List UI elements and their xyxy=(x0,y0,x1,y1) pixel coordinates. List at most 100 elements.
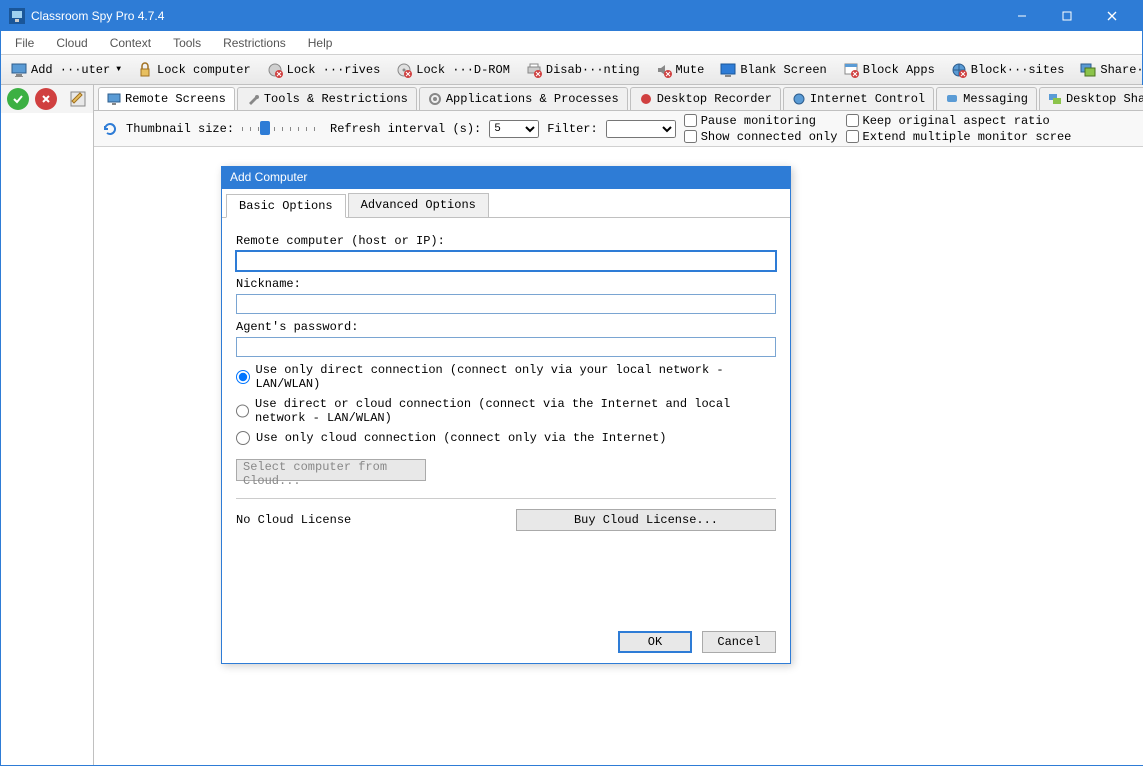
radio-direct[interactable]: Use only direct connection (connect only… xyxy=(236,363,776,391)
deselect-all-button[interactable] xyxy=(35,88,57,110)
tab-label: Internet Control xyxy=(810,92,925,106)
close-button[interactable] xyxy=(1089,1,1134,31)
options-bar: Thumbnail size: Refresh interval (s): 5 … xyxy=(94,111,1143,147)
menu-file[interactable]: File xyxy=(5,33,44,53)
tab-label: Desktop Recorder xyxy=(657,92,772,106)
block-apps-icon xyxy=(843,62,859,78)
dialog-title: Add Computer xyxy=(222,167,790,189)
refresh-icon[interactable] xyxy=(102,121,118,137)
monitor-icon xyxy=(107,92,121,106)
show-connected-checkbox[interactable]: Show connected only xyxy=(684,130,838,144)
left-toolbar xyxy=(1,85,93,113)
globe-block-icon xyxy=(951,62,967,78)
host-input[interactable] xyxy=(236,251,776,271)
lock-computer-label: Lock computer xyxy=(157,63,251,77)
dialog-tab-advanced[interactable]: Advanced Options xyxy=(348,193,489,217)
lock-drives-button[interactable]: Lock ···rives xyxy=(261,60,387,80)
gear-icon xyxy=(428,92,442,106)
password-input[interactable] xyxy=(236,337,776,357)
share-desktop-icon xyxy=(1080,62,1096,78)
divider xyxy=(236,498,776,499)
share-desktop-label: Share···sktop xyxy=(1100,63,1143,77)
no-license-label: No Cloud License xyxy=(236,513,351,527)
menu-help[interactable]: Help xyxy=(298,33,343,53)
tab-strip: Remote Screens Tools & Restrictions Appl… xyxy=(94,85,1143,111)
nickname-label: Nickname: xyxy=(236,277,776,291)
refresh-interval-select[interactable]: 5 xyxy=(489,120,539,138)
tab-messaging[interactable]: Messaging xyxy=(936,87,1037,110)
select-all-button[interactable] xyxy=(7,88,29,110)
select-cloud-button: Select computer from Cloud... xyxy=(236,459,426,481)
window-title: Classroom Spy Pro 4.7.4 xyxy=(31,9,999,23)
thumbnail-size-label: Thumbnail size: xyxy=(126,122,234,136)
extend-monitor-checkbox[interactable]: Extend multiple monitor scree xyxy=(846,130,1072,144)
tab-label: Desktop Shari xyxy=(1066,92,1143,106)
add-computer-dialog: Add Computer Basic Options Advanced Opti… xyxy=(221,166,791,664)
tab-desktop-sharing[interactable]: Desktop Shari xyxy=(1039,87,1143,110)
main-toolbar: Add ···uter ▼ Lock computer Lock ···rive… xyxy=(1,55,1142,85)
menu-restrictions[interactable]: Restrictions xyxy=(213,33,296,53)
nickname-input[interactable] xyxy=(236,294,776,314)
tab-apps-processes[interactable]: Applications & Processes xyxy=(419,87,628,110)
filter-select[interactable] xyxy=(606,120,676,138)
tab-desktop-recorder[interactable]: Desktop Recorder xyxy=(630,87,781,110)
menu-context[interactable]: Context xyxy=(100,33,161,53)
menu-cloud[interactable]: Cloud xyxy=(46,33,97,53)
lock-icon xyxy=(137,62,153,78)
radio-cloud[interactable]: Use only cloud connection (connect only … xyxy=(236,431,776,445)
computer-tree[interactable] xyxy=(1,113,93,765)
keep-ratio-checkbox[interactable]: Keep original aspect ratio xyxy=(846,114,1072,128)
share-desktop-button[interactable]: Share···sktop xyxy=(1074,60,1143,80)
host-label: Remote computer (host or IP): xyxy=(236,234,776,248)
add-computer-label: Add ···uter xyxy=(31,63,110,77)
ok-button[interactable]: OK xyxy=(618,631,692,653)
lock-computer-button[interactable]: Lock computer xyxy=(131,60,257,80)
menubar: File Cloud Context Tools Restrictions He… xyxy=(1,31,1142,55)
filter-label: Filter: xyxy=(547,122,597,136)
block-sites-button[interactable]: Block···sites xyxy=(945,60,1071,80)
tab-internet-control[interactable]: Internet Control xyxy=(783,87,934,110)
dialog-buttons: OK Cancel xyxy=(222,621,790,663)
mute-label: Mute xyxy=(676,63,705,77)
left-panel xyxy=(1,85,94,765)
wrench-icon xyxy=(246,92,260,106)
share-icon xyxy=(1048,92,1062,106)
password-label: Agent's password: xyxy=(236,320,776,334)
chat-icon xyxy=(945,92,959,106)
tab-remote-screens[interactable]: Remote Screens xyxy=(98,87,235,110)
cancel-button[interactable]: Cancel xyxy=(702,631,776,653)
lock-cdrom-label: Lock ···D-ROM xyxy=(416,63,510,77)
lock-cdrom-button[interactable]: Lock ···D-ROM xyxy=(390,60,516,80)
tab-label: Messaging xyxy=(963,92,1028,106)
globe-icon xyxy=(792,92,806,106)
blank-screen-label: Blank Screen xyxy=(740,63,826,77)
dialog-tab-basic[interactable]: Basic Options xyxy=(226,194,346,218)
add-computer-button[interactable]: Add ···uter ▼ xyxy=(5,60,127,80)
record-icon xyxy=(639,92,653,106)
mute-button[interactable]: Mute xyxy=(650,60,711,80)
titlebar: Classroom Spy Pro 4.7.4 xyxy=(1,1,1142,31)
radio-both[interactable]: Use direct or cloud connection (connect … xyxy=(236,397,776,425)
tab-label: Applications & Processes xyxy=(446,92,619,106)
dialog-body: Remote computer (host or IP): Nickname: … xyxy=(222,218,790,621)
minimize-button[interactable] xyxy=(999,1,1044,31)
buy-license-button[interactable]: Buy Cloud License... xyxy=(516,509,776,531)
drive-lock-icon xyxy=(267,62,283,78)
maximize-button[interactable] xyxy=(1044,1,1089,31)
monitor-add-icon xyxy=(11,62,27,78)
lock-drives-label: Lock ···rives xyxy=(287,63,381,77)
thumbnail-slider[interactable] xyxy=(242,127,322,131)
printer-block-icon xyxy=(526,62,542,78)
tab-tools-restrictions[interactable]: Tools & Restrictions xyxy=(237,87,417,110)
tab-label: Tools & Restrictions xyxy=(264,92,408,106)
disable-printing-button[interactable]: Disab···nting xyxy=(520,60,646,80)
edit-list-button[interactable] xyxy=(69,90,87,108)
menu-tools[interactable]: Tools xyxy=(163,33,211,53)
blank-screen-button[interactable]: Blank Screen xyxy=(714,60,832,80)
refresh-interval-label: Refresh interval (s): xyxy=(330,122,481,136)
block-apps-label: Block Apps xyxy=(863,63,935,77)
pause-monitoring-checkbox[interactable]: Pause monitoring xyxy=(684,114,838,128)
mute-icon xyxy=(656,62,672,78)
block-apps-button[interactable]: Block Apps xyxy=(837,60,941,80)
dialog-tabs: Basic Options Advanced Options xyxy=(222,189,790,218)
